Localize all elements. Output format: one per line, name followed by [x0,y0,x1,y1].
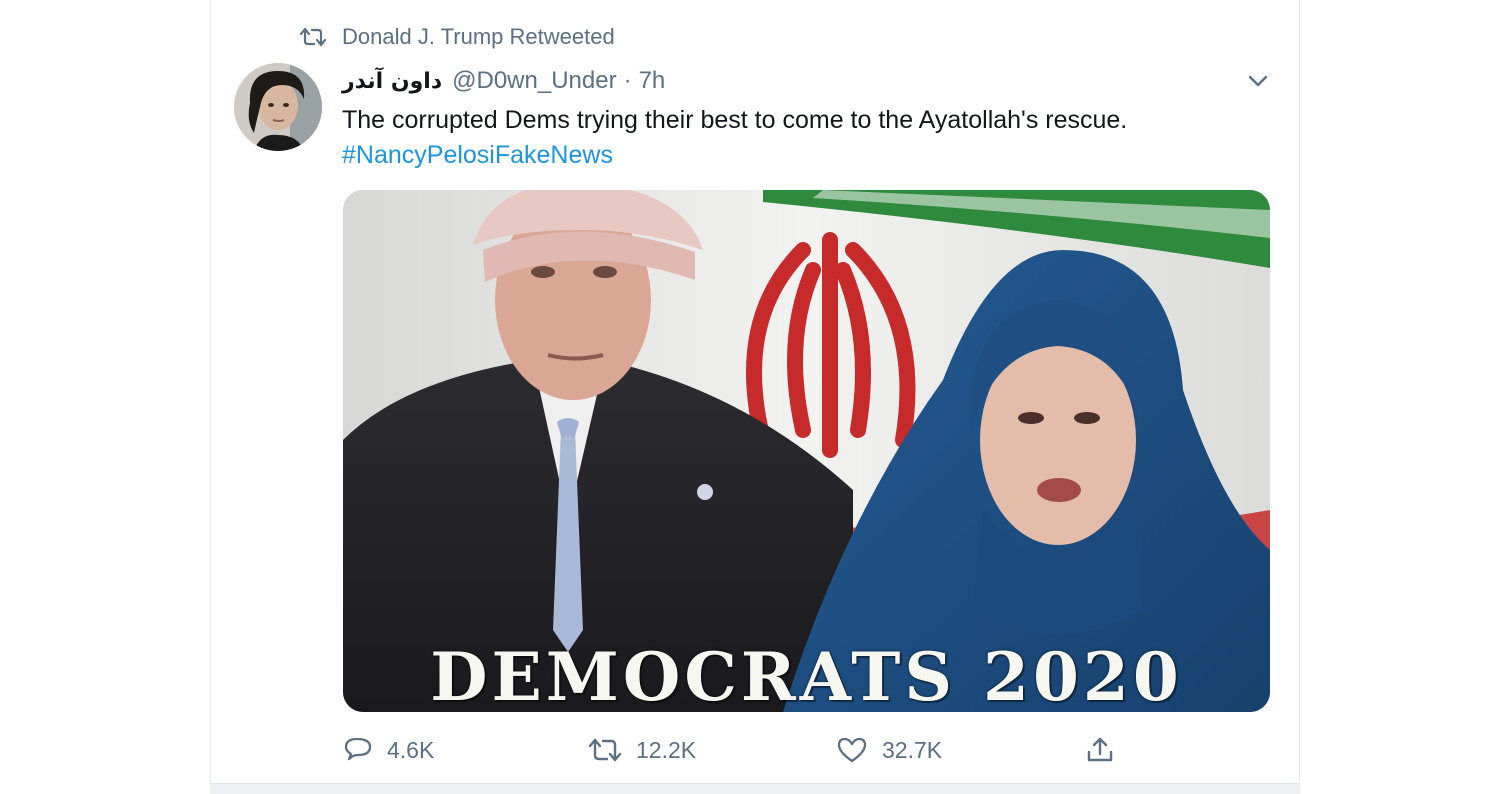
media-caption: DEMOCRATS 2020 [430,638,1183,712]
reply-icon [344,737,372,761]
retweet-context-label[interactable]: Donald J. Trump Retweeted [342,24,615,50]
avatar[interactable] [234,63,322,151]
heart-icon [837,737,867,763]
media-illustration [343,190,1270,712]
tweet-media-image[interactable]: DEMOCRATS 2020 [343,190,1270,712]
retweet-icon [588,738,622,762]
retweet-count: 12.2K [636,736,697,763]
chevron-down-icon[interactable] [1245,70,1271,92]
header-separator: · [623,67,632,94]
page: Donald J. Trump Retweeted داون آندر @D0w… [0,0,1500,794]
retweet-context: Donald J. Trump Retweeted [300,22,615,52]
like-count: 32.7K [882,736,943,763]
share-button[interactable] [1085,731,1129,769]
tweet-header: داون آندر @D0wn_Under · 7h [342,64,665,98]
retweet-button[interactable]: 12.2K [588,731,696,769]
reply-button[interactable]: 4.6K [343,731,434,769]
retweet-icon [300,27,326,47]
tweet-text: The corrupted Dems trying their best to … [342,106,1128,134]
display-name[interactable]: داون آندر [342,69,442,94]
user-handle[interactable]: @D0wn_Under [452,67,616,95]
tweet-timestamp[interactable]: 7h [639,67,666,95]
share-icon [1087,737,1113,762]
avatar-image [234,63,322,151]
reply-count: 4.6K [387,736,435,763]
timeline-divider [210,783,1300,794]
hashtag-link[interactable]: #NancyPelosiFakeNews [342,138,613,172]
like-button[interactable]: 32.7K [836,731,942,769]
tweet-actions: 4.6K 12.2K 32.7K [0,731,1500,769]
